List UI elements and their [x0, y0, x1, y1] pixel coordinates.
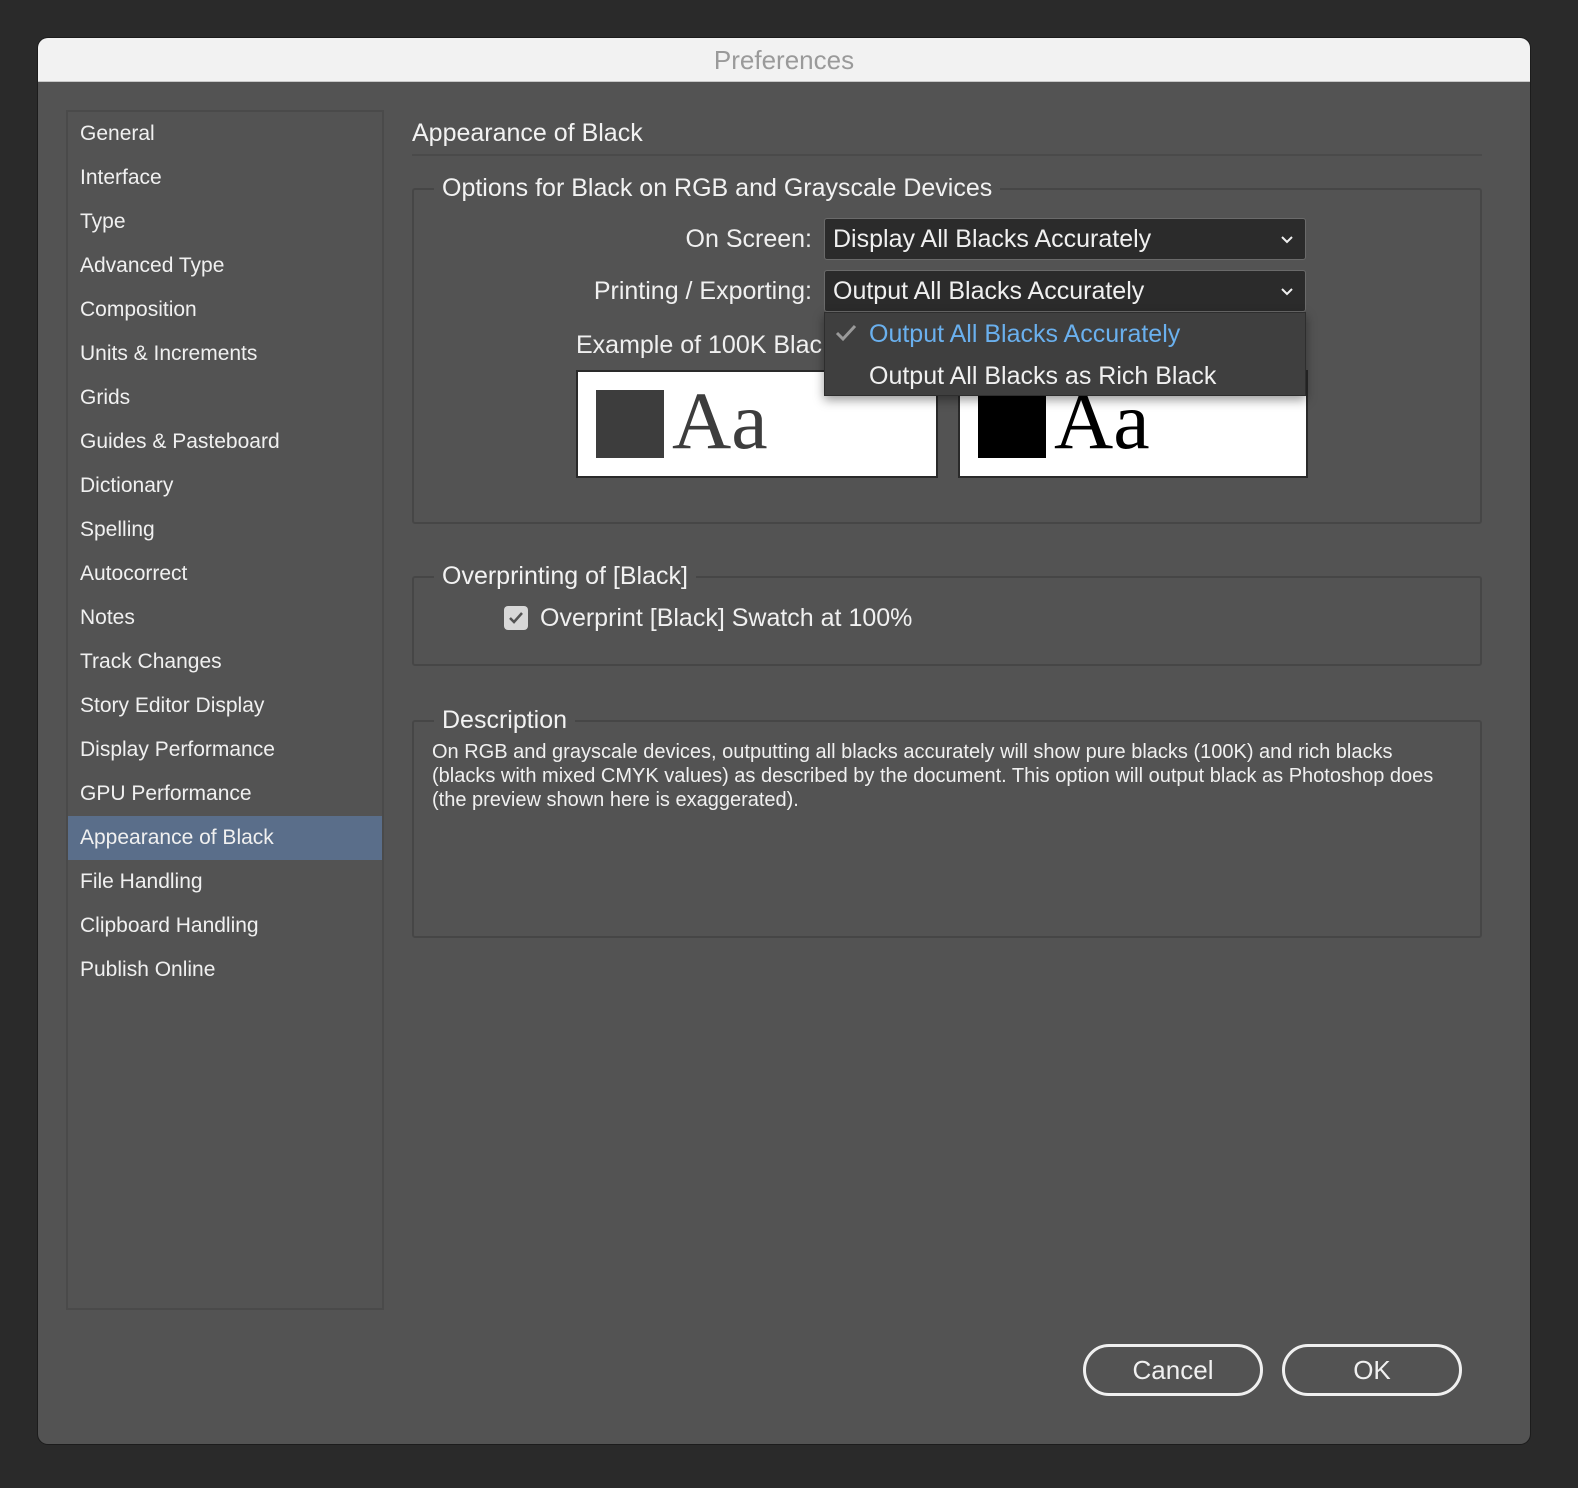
rich-black-swatch — [978, 390, 1046, 458]
description-legend: Description — [434, 700, 576, 740]
sidebar-item-story-editor-display[interactable]: Story Editor Display — [68, 684, 382, 728]
sidebar-item-units-increments[interactable]: Units & Increments — [68, 332, 382, 376]
checkmark-icon — [835, 324, 857, 342]
printing-exporting-select[interactable]: Output All Blacks Accurately — [824, 270, 1306, 312]
overprint-black-checkbox[interactable] — [504, 606, 528, 630]
checkmark-icon — [509, 612, 523, 624]
on-screen-label: On Screen: — [685, 225, 812, 253]
menu-item-label: Output All Blacks as Rich Black — [869, 362, 1217, 390]
preferences-dialog: Preferences General Interface Type Advan… — [38, 38, 1530, 1444]
printing-exporting-label: Printing / Exporting: — [593, 277, 812, 305]
menu-item-output-rich-black[interactable]: Output All Blacks as Rich Black — [825, 355, 1305, 397]
chevron-down-icon — [1281, 288, 1293, 296]
sidebar-item-notes[interactable]: Notes — [68, 596, 382, 640]
sidebar-item-spelling[interactable]: Spelling — [68, 508, 382, 552]
sidebar-item-interface[interactable]: Interface — [68, 156, 382, 200]
sidebar-item-file-handling[interactable]: File Handling — [68, 860, 382, 904]
on-screen-select-value: Display All Blacks Accurately — [833, 225, 1152, 253]
rgb-grayscale-options-group: Options for Black on RGB and Grayscale D… — [412, 168, 1482, 524]
sidebar-item-gpu-performance[interactable]: GPU Performance — [68, 772, 382, 816]
sidebar-item-type[interactable]: Type — [68, 200, 382, 244]
sidebar-item-publish-online[interactable]: Publish Online — [68, 948, 382, 992]
menu-item-output-accurately[interactable]: Output All Blacks Accurately — [825, 313, 1305, 355]
description-group: Description On RGB and grayscale devices… — [412, 700, 1482, 938]
example-label: Example of 100K Blac — [576, 331, 822, 359]
sidebar-item-guides-pasteboard[interactable]: Guides & Pasteboard — [68, 420, 382, 464]
overprinting-legend: Overprinting of [Black] — [434, 556, 696, 596]
sidebar-item-track-changes[interactable]: Track Changes — [68, 640, 382, 684]
overprinting-group: Overprinting of [Black] Overprint [Black… — [412, 556, 1482, 666]
menu-item-label: Output All Blacks Accurately — [869, 320, 1181, 348]
overprint-black-label[interactable]: Overprint [Black] Swatch at 100% — [540, 598, 912, 638]
printing-exporting-select-value: Output All Blacks Accurately — [833, 277, 1145, 305]
sidebar-item-grids[interactable]: Grids — [68, 376, 382, 420]
description-text: On RGB and grayscale devices, outputting… — [432, 741, 1434, 811]
accurate-black-sample-text: Aa — [672, 375, 768, 466]
section-title: Appearance of Black — [412, 110, 1482, 156]
on-screen-select[interactable]: Display All Blacks Accurately — [824, 218, 1306, 260]
accurate-black-swatch — [596, 390, 664, 458]
cancel-button[interactable]: Cancel — [1083, 1344, 1263, 1396]
sidebar-item-clipboard-handling[interactable]: Clipboard Handling — [68, 904, 382, 948]
preferences-sidebar: General Interface Type Advanced Type Com… — [66, 110, 384, 1310]
sidebar-item-advanced-type[interactable]: Advanced Type — [68, 244, 382, 288]
printing-exporting-dropdown-menu: Output All Blacks Accurately Output All … — [824, 312, 1306, 396]
rgb-grayscale-options-legend: Options for Black on RGB and Grayscale D… — [434, 168, 1001, 208]
ok-button[interactable]: OK — [1282, 1344, 1462, 1396]
sidebar-item-appearance-of-black[interactable]: Appearance of Black — [68, 816, 382, 860]
chevron-down-icon — [1281, 236, 1293, 244]
sidebar-item-general[interactable]: General — [68, 112, 382, 156]
sidebar-item-display-performance[interactable]: Display Performance — [68, 728, 382, 772]
preferences-content: Appearance of Black Options for Black on… — [412, 110, 1482, 1310]
window-title: Preferences — [38, 38, 1530, 82]
sidebar-item-composition[interactable]: Composition — [68, 288, 382, 332]
sidebar-item-dictionary[interactable]: Dictionary — [68, 464, 382, 508]
sidebar-item-autocorrect[interactable]: Autocorrect — [68, 552, 382, 596]
